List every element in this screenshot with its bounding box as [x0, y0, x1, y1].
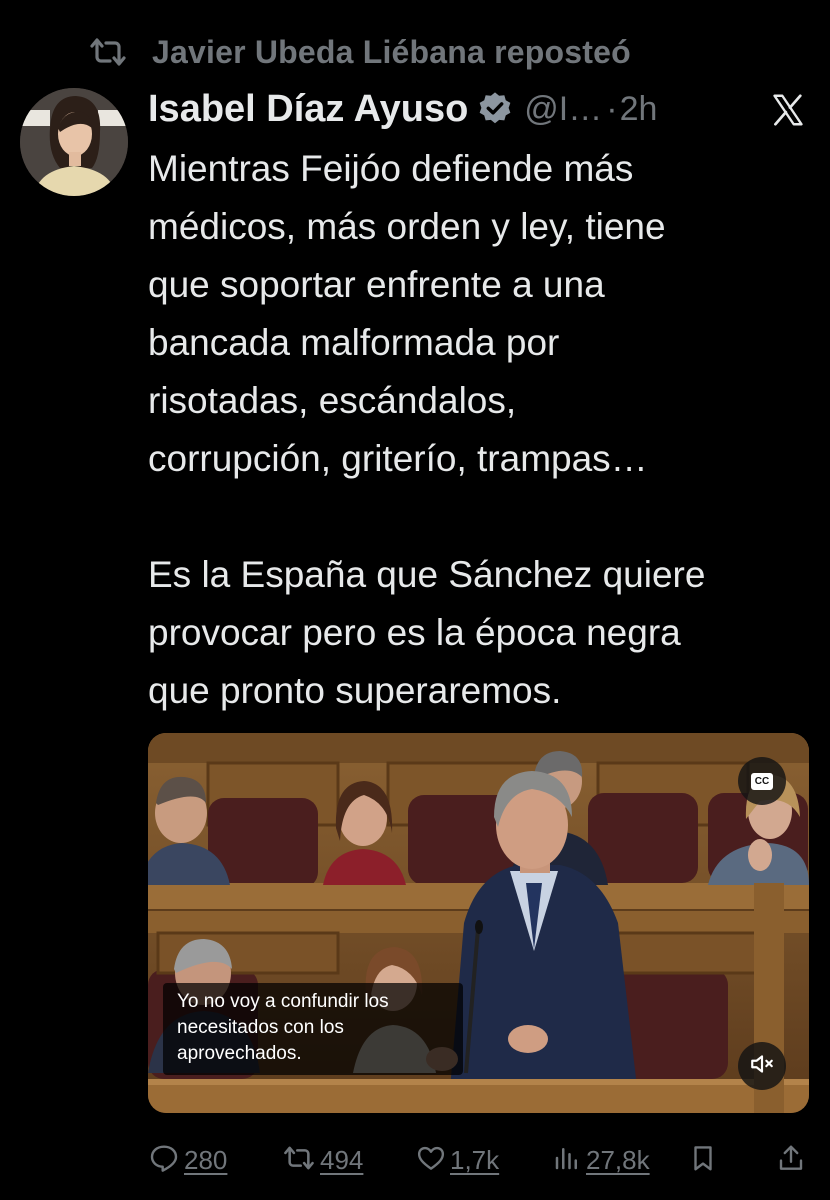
- verified-badge-icon[interactable]: [476, 89, 516, 129]
- like-count: 1,7k: [450, 1144, 500, 1175]
- heart-icon: [416, 1143, 446, 1177]
- repost-icon: [86, 34, 130, 70]
- share-icon: [776, 1143, 806, 1177]
- reply-icon: [148, 1142, 180, 1178]
- avatar[interactable]: [20, 88, 128, 196]
- mute-button[interactable]: [738, 1042, 786, 1090]
- reply-button[interactable]: 280: [148, 1138, 227, 1182]
- repost-label: Javier Ubeda Liébana reposteó: [152, 33, 631, 70]
- analytics-icon: [552, 1143, 582, 1177]
- views-count: 27,8k: [586, 1144, 650, 1175]
- tweet-paragraph-1: Mientras Feijóo defiende más médicos, má…: [148, 148, 666, 479]
- speaker-muted-icon: [749, 1051, 775, 1081]
- reply-count: 280: [184, 1144, 228, 1175]
- views-button[interactable]: 27,8k: [552, 1138, 650, 1182]
- author-name[interactable]: Isabel Díaz Ayuso: [148, 88, 468, 131]
- captions-button[interactable]: CC: [738, 757, 786, 805]
- repost-count: 494: [320, 1144, 364, 1175]
- bookmark-button[interactable]: [688, 1138, 718, 1182]
- repost-header[interactable]: Javier Ubeda Liébana reposteó: [86, 30, 631, 74]
- share-button[interactable]: [776, 1138, 806, 1182]
- repost-button[interactable]: 494: [282, 1138, 363, 1182]
- action-bar: 280 494 1,7k 27,8k: [148, 1138, 818, 1182]
- author-handle[interactable]: @I…: [524, 90, 602, 129]
- tweet-paragraph-2: Es la España que Sánchez quiere provocar…: [148, 554, 706, 711]
- video-subtitle: Yo no voy a confundir los necesitados co…: [163, 983, 463, 1075]
- tweet-text: Mientras Feijóo defiende más médicos, má…: [148, 140, 818, 720]
- separator-dot: ·: [606, 89, 618, 128]
- tweet-header: Isabel Díaz Ayuso @I… · 2h: [148, 84, 818, 134]
- bookmark-icon: [688, 1143, 718, 1177]
- captions-icon: CC: [751, 772, 773, 790]
- timestamp[interactable]: 2h: [620, 90, 658, 129]
- x-logo-icon: [770, 92, 806, 128]
- repost-icon: [282, 1144, 316, 1176]
- like-button[interactable]: 1,7k: [416, 1138, 499, 1182]
